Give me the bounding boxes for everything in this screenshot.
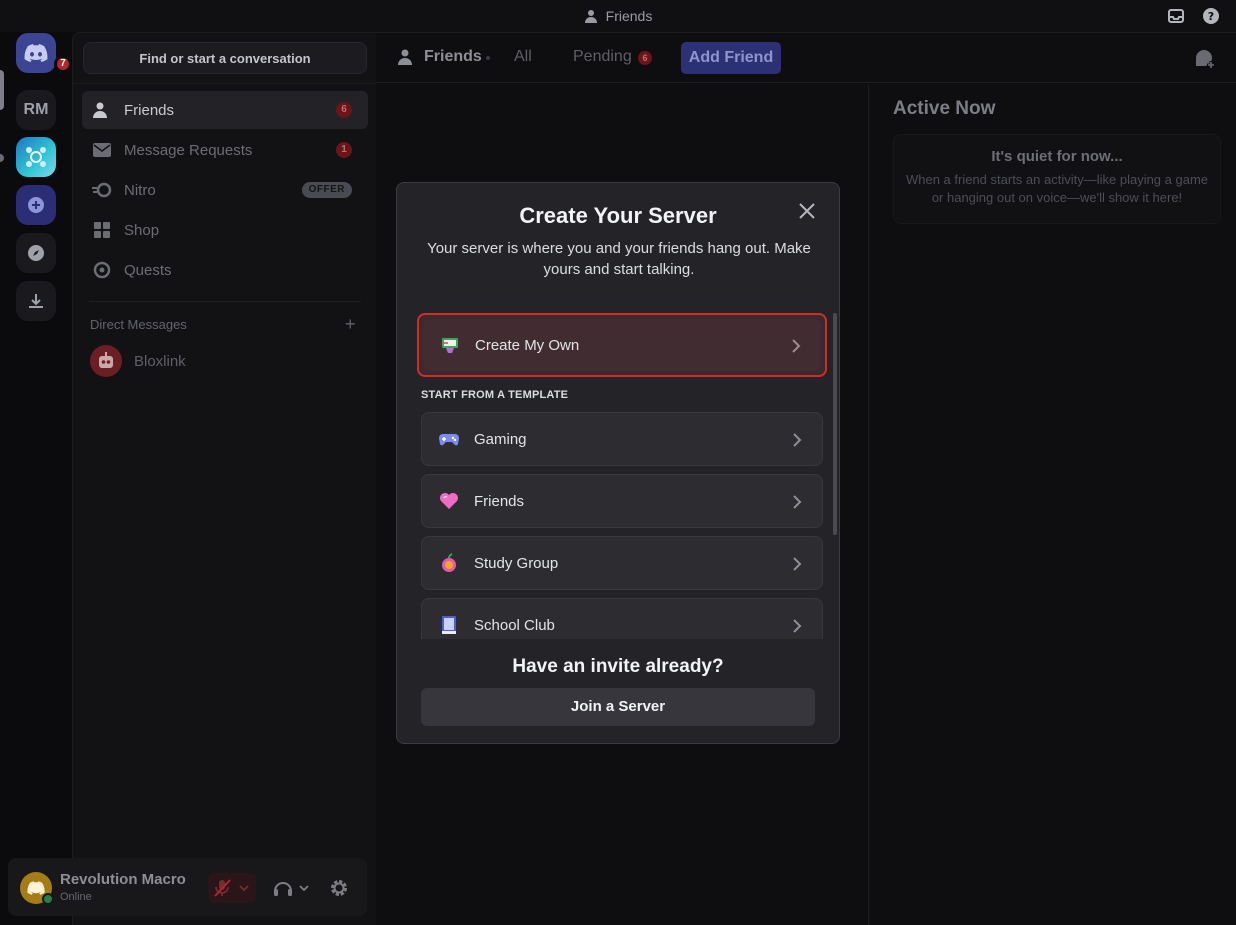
template-gaming[interactable]: Gaming — [421, 412, 823, 466]
modal-description: Your server is where you and your friend… — [427, 240, 811, 278]
close-button[interactable] — [795, 199, 819, 223]
gamepad-icon — [439, 434, 459, 446]
create-server-modal: Create Your Server Your server is where … — [396, 182, 840, 744]
close-icon — [799, 203, 815, 219]
chevron-right-icon — [793, 495, 802, 509]
chevron-right-icon — [793, 619, 802, 633]
template-friends[interactable]: Friends — [421, 474, 823, 528]
apple-icon — [442, 553, 456, 572]
template-study-group[interactable]: Study Group — [421, 536, 823, 590]
template-list[interactable]: Create My Own START FROM A TEMPLATE Gami… — [397, 311, 839, 639]
template-school-club[interactable]: School Club — [421, 598, 823, 639]
scrollbar[interactable] — [833, 313, 837, 535]
chevron-right-icon — [793, 557, 802, 571]
join-server-button[interactable]: Join a Server — [421, 688, 815, 726]
chevron-right-icon — [793, 433, 802, 447]
create-own-icon — [442, 338, 458, 353]
invite-heading: Have an invite already? — [512, 656, 724, 677]
template-section-header: START FROM A TEMPLATE — [421, 389, 569, 401]
heart-icon — [440, 493, 458, 509]
chevron-right-icon — [792, 339, 801, 353]
modal-title: Create Your Server — [519, 203, 717, 228]
create-my-own-option[interactable]: Create My Own — [417, 313, 827, 377]
book-icon — [442, 616, 456, 634]
